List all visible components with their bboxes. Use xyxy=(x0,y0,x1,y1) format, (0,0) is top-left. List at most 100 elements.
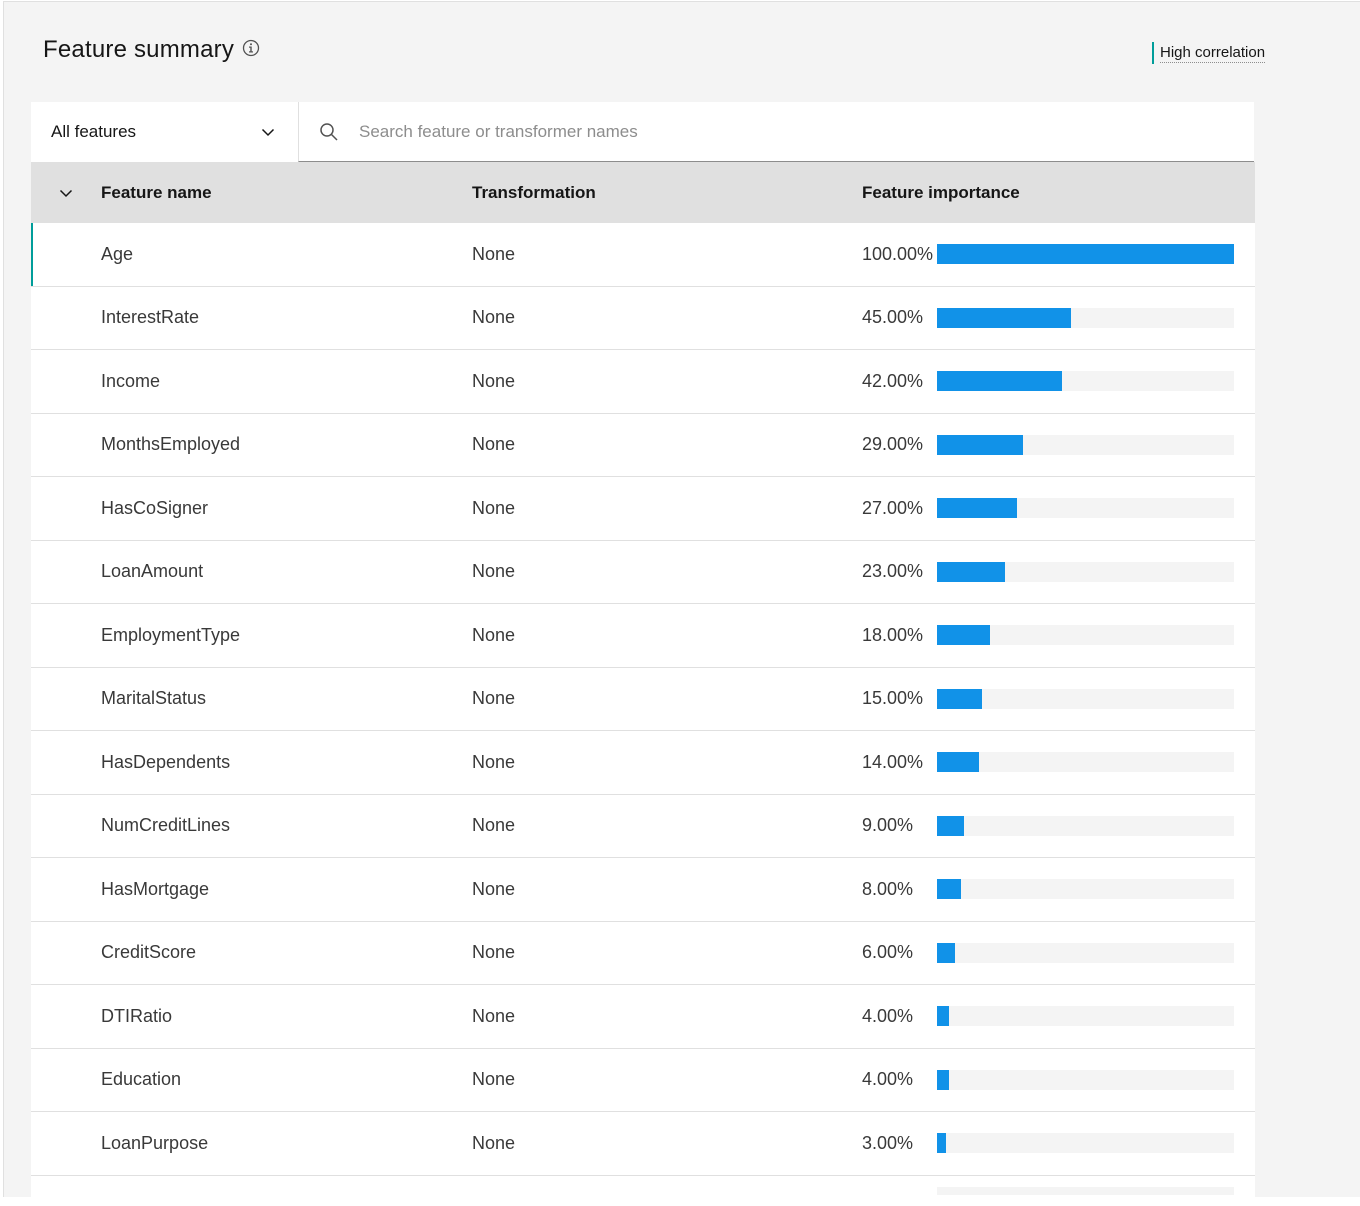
importance-bar-fill xyxy=(937,879,961,900)
table-row[interactable]: LoanPurpose None 3.00% xyxy=(31,1112,1255,1176)
importance-bar-track xyxy=(937,1006,1234,1027)
importance-value: 100.00% xyxy=(862,243,934,264)
importance-bar-fill xyxy=(937,752,979,773)
table-row[interactable]: EmploymentType None 18.00% xyxy=(31,604,1255,668)
importance-value: 15.00% xyxy=(862,688,924,709)
importance-bar-track xyxy=(937,244,1234,265)
importance-cell: 42.00% xyxy=(862,371,1255,392)
importance-cell: 45.00% xyxy=(862,307,1255,328)
column-header-transformation[interactable]: Transformation xyxy=(472,183,862,203)
importance-value: 27.00% xyxy=(862,497,924,518)
importance-value: 14.00% xyxy=(862,751,924,772)
feature-filter-dropdown[interactable]: All features xyxy=(31,102,298,162)
importance-cell: 3.00% xyxy=(862,1133,1255,1154)
transformation-cell: None xyxy=(472,815,516,836)
transformation-cell: None xyxy=(472,434,516,455)
importance-bar-track xyxy=(937,434,1234,455)
feature-name-cell: EmploymentType xyxy=(101,624,241,645)
importance-cell: 18.00% xyxy=(862,625,1255,646)
importance-bar-fill xyxy=(937,1133,946,1154)
transformation-cell: None xyxy=(472,1005,516,1026)
importance-bar-fill xyxy=(937,815,964,836)
page-title: Feature summary xyxy=(43,36,235,63)
importance-cell: 100.00% xyxy=(862,244,1255,265)
search-icon xyxy=(319,122,339,142)
feature-name-cell: MaritalStatus xyxy=(101,688,207,709)
importance-cell: 15.00% xyxy=(862,688,1255,709)
importance-bar-fill xyxy=(937,1006,949,1027)
transformation-cell: None xyxy=(472,751,516,772)
importance-value: 18.00% xyxy=(862,624,924,645)
importance-value: 4.00% xyxy=(862,1069,914,1090)
table-row[interactable]: Age None 100.00% xyxy=(31,223,1255,287)
importance-value: 3.00% xyxy=(862,1132,914,1153)
table-toolbar: All features xyxy=(31,102,1254,162)
transformation-cell: None xyxy=(472,688,516,709)
feature-table: Feature name Transformation Feature impo… xyxy=(31,162,1255,1206)
feature-name-cell: LoanAmount xyxy=(101,561,204,582)
transformation-cell: None xyxy=(472,1132,516,1153)
importance-value: 9.00% xyxy=(862,815,914,836)
importance-value: 29.00% xyxy=(862,434,924,455)
importance-bar-track xyxy=(937,879,1234,900)
expand-all-button[interactable] xyxy=(31,185,101,201)
feature-name-cell: LoanPurpose xyxy=(101,1132,209,1153)
importance-bar-track xyxy=(937,625,1234,646)
importance-cell: 29.00% xyxy=(862,434,1255,455)
feature-name-cell: MonthsEmployed xyxy=(101,434,241,455)
legend-marker xyxy=(1152,42,1154,64)
importance-cell: 4.00% xyxy=(862,1069,1255,1090)
importance-cell: 4.00% xyxy=(862,1006,1255,1027)
importance-bar-track xyxy=(937,307,1234,328)
table-row[interactable]: NumCreditLines None 9.00% xyxy=(31,795,1255,858)
feature-name-cell: InterestRate xyxy=(101,307,200,328)
table-row[interactable]: InterestRate None 45.00% xyxy=(31,287,1255,350)
high-correlation-legend[interactable]: High correlation xyxy=(1152,42,1266,64)
table-row[interactable]: HasMortgage None 8.00% xyxy=(31,858,1255,922)
importance-value: 23.00% xyxy=(862,561,924,582)
importance-bar-fill xyxy=(937,498,1018,519)
table-row[interactable]: HasCoSigner None 27.00% xyxy=(31,477,1255,541)
table-row[interactable]: HasDependents None 14.00% xyxy=(31,731,1255,795)
chevron-down-icon xyxy=(59,189,73,197)
importance-cell: 8.00% xyxy=(862,879,1255,900)
importance-bar-track xyxy=(937,371,1234,392)
transformation-cell: None xyxy=(472,624,516,645)
transformation-cell: None xyxy=(472,307,516,328)
importance-bar-fill xyxy=(937,561,1006,582)
table-row[interactable]: MonthsEmployed None 29.00% xyxy=(31,414,1255,477)
importance-cell: 9.00% xyxy=(862,815,1255,836)
table-row[interactable]: Income None 42.00% xyxy=(31,350,1255,414)
feature-summary-panel: Feature summary High correlation All fea… xyxy=(3,1,1360,1206)
table-row[interactable]: CreditScore None 6.00% xyxy=(31,922,1255,985)
transformation-cell: None xyxy=(472,561,516,582)
importance-value: 4.00% xyxy=(862,1005,914,1026)
table-row[interactable]: Education None 4.00% xyxy=(31,1049,1255,1112)
importance-bar-fill xyxy=(937,688,982,709)
column-header-feature-importance[interactable]: Feature importance xyxy=(862,183,1255,203)
table-row[interactable] xyxy=(31,1176,1255,1206)
importance-cell: 23.00% xyxy=(862,561,1255,582)
importance-bar-track xyxy=(937,752,1234,773)
filter-value: All features xyxy=(51,122,137,141)
column-header-feature-name[interactable]: Feature name xyxy=(101,183,472,203)
importance-cell: 6.00% xyxy=(862,942,1255,963)
importance-bar-fill xyxy=(937,244,1234,265)
chevron-down-icon xyxy=(260,124,276,140)
table-row[interactable]: DTIRatio None 4.00% xyxy=(31,985,1255,1049)
table-body: Age None 100.00% InterestRate None 45.00… xyxy=(31,223,1255,1206)
importance-bar-track xyxy=(937,561,1234,582)
importance-bar-fill xyxy=(937,371,1062,392)
legend-label[interactable]: High correlation xyxy=(1160,44,1266,63)
table-row[interactable]: LoanAmount None 23.00% xyxy=(31,541,1255,604)
info-icon[interactable] xyxy=(242,39,260,57)
importance-value: 45.00% xyxy=(862,307,924,328)
importance-bar-track xyxy=(937,1069,1234,1090)
importance-bar-track xyxy=(937,498,1234,519)
table-row[interactable]: MaritalStatus None 15.00% xyxy=(31,668,1255,731)
importance-cell: 27.00% xyxy=(862,498,1255,519)
feature-name-cell: Education xyxy=(101,1069,182,1090)
importance-bar-track xyxy=(937,688,1234,709)
search-input[interactable] xyxy=(359,121,1159,142)
importance-bar-fill xyxy=(937,434,1024,455)
